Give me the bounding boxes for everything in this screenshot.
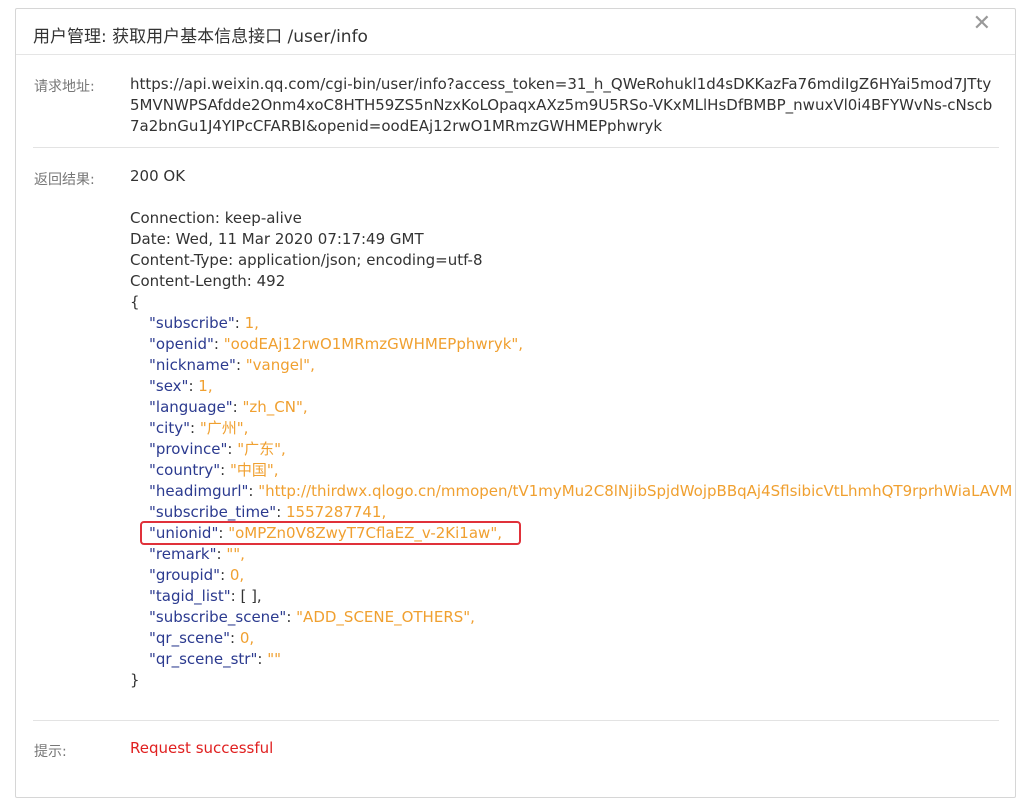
json-key: "remark" xyxy=(149,545,217,563)
dialog-header: 用户管理: 获取用户基本信息接口 /user/info ✕ xyxy=(16,9,1015,55)
json-key: "subscribe_time" xyxy=(149,503,277,521)
json-field: "country": "中国", xyxy=(130,460,1000,481)
json-colon: : xyxy=(189,419,200,437)
json-colon: : xyxy=(216,545,227,563)
json-colon: : xyxy=(230,629,240,647)
json-field: "subscribe_scene": "ADD_SCENE_OTHERS", xyxy=(130,607,1000,628)
json-field: "city": "广州", xyxy=(130,418,1000,439)
json-field: "unionid": "oMPZn0V8ZwyT7CflaEZ_v-2Ki1aw… xyxy=(130,523,1000,544)
json-key: "city" xyxy=(149,419,190,437)
json-colon: : xyxy=(227,440,238,458)
json-close-brace: } xyxy=(130,671,140,689)
response-header-line: Date: Wed, 11 Mar 2020 07:17:49 GMT xyxy=(130,230,424,248)
json-field: "headimgurl": "http://thirdwx.qlogo.cn/m… xyxy=(130,481,1012,502)
json-value: "中国", xyxy=(230,461,279,479)
json-body: "subscribe": 1, "openid": "oodEAj12rwO1MR… xyxy=(130,313,1012,670)
json-colon: : xyxy=(234,314,245,332)
json-key: "openid" xyxy=(149,335,214,353)
response-header-line: Connection: keep-alive xyxy=(130,209,302,227)
json-key: "qr_scene" xyxy=(149,629,231,647)
json-key: "headimgurl" xyxy=(149,482,249,500)
api-result-dialog: 用户管理: 获取用户基本信息接口 /user/info ✕ 请求地址: http… xyxy=(15,8,1016,798)
response-body: 200 OK Connection: keep-alive Date: Wed, … xyxy=(130,166,1012,691)
json-value: "ADD_SCENE_OTHERS", xyxy=(296,608,475,626)
json-value: 1, xyxy=(244,314,259,332)
json-value: "广东", xyxy=(237,440,286,458)
status-line: 200 OK xyxy=(130,167,186,185)
json-field: "remark": "", xyxy=(130,544,1000,565)
tip-label: 提示: xyxy=(34,744,67,760)
json-field: "groupid": 0, xyxy=(130,565,1000,586)
json-value: "zh_CN", xyxy=(242,398,308,416)
dialog-title: 用户管理: 获取用户基本信息接口 /user/info xyxy=(33,27,368,47)
json-value: "广州", xyxy=(199,419,249,437)
json-value: 0, xyxy=(229,566,245,584)
json-key: "subscribe_scene" xyxy=(149,608,287,626)
json-field: "qr_scene": 0, xyxy=(130,628,1000,649)
json-colon: : xyxy=(220,461,230,479)
json-key: "unionid" xyxy=(149,524,219,542)
json-field: "subscribe": 1, xyxy=(130,313,1000,334)
json-colon: : xyxy=(286,608,297,626)
json-key: "qr_scene_str" xyxy=(149,650,258,668)
json-key: "tagid_list" xyxy=(149,587,231,605)
close-icon[interactable]: ✕ xyxy=(973,13,991,35)
json-key: "sex" xyxy=(149,377,189,395)
json-value: "" xyxy=(267,650,282,668)
json-field: "subscribe_time": 1557287741, xyxy=(130,502,1000,523)
json-value: 1557287741, xyxy=(286,503,387,521)
json-value: 1, xyxy=(198,377,213,395)
json-colon: : xyxy=(213,335,224,353)
response-header-line: Content-Length: 492 xyxy=(130,272,286,290)
json-value: "oMPZn0V8ZwyT7CflaEZ_v-2Ki1aw", xyxy=(228,524,502,542)
json-colon: : xyxy=(230,587,241,605)
json-key: "subscribe" xyxy=(149,314,235,332)
json-key: "language" xyxy=(149,398,233,416)
json-field: "language": "zh_CN", xyxy=(130,397,1000,418)
tip-message: Request successful xyxy=(130,739,274,757)
json-field: "openid": "oodEAj12rwO1MRmzGWHMEPphwryk"… xyxy=(130,334,1000,355)
json-field: "tagid_list": [ ], xyxy=(130,586,1000,607)
json-colon: : xyxy=(276,503,287,521)
divider xyxy=(33,147,999,148)
json-field: "province": "广东", xyxy=(130,439,1000,460)
json-colon: : xyxy=(257,650,268,668)
json-colon: : xyxy=(235,356,246,374)
json-colon: : xyxy=(248,482,259,500)
response-header-line: Content-Type: application/json; encoding… xyxy=(130,251,483,269)
divider xyxy=(33,720,999,721)
json-key: "country" xyxy=(149,461,221,479)
response-headers: Connection: keep-alive Date: Wed, 11 Mar … xyxy=(130,208,1000,292)
json-value: "vangel", xyxy=(245,356,315,374)
json-value: "http://thirdwx.qlogo.cn/mmopen/tV1myMu2… xyxy=(258,482,1013,500)
json-field: "sex": 1, xyxy=(130,376,1000,397)
json-value: [ ], xyxy=(240,587,262,605)
json-colon: : xyxy=(220,566,230,584)
json-key: "nickname" xyxy=(149,356,236,374)
request-url: https://api.weixin.qq.com/cgi-bin/user/i… xyxy=(130,75,993,135)
json-key: "groupid" xyxy=(149,566,221,584)
json-colon: : xyxy=(218,524,229,542)
json-field: "nickname": "vangel", xyxy=(130,355,1000,376)
json-field: "qr_scene_str": "" xyxy=(130,649,1000,670)
json-value: 0, xyxy=(239,629,255,647)
json-colon: : xyxy=(188,377,199,395)
json-key: "province" xyxy=(149,440,228,458)
result-label: 返回结果: xyxy=(34,172,95,188)
json-value: "", xyxy=(226,545,245,563)
json-colon: : xyxy=(232,398,243,416)
json-open-brace: { xyxy=(130,293,140,311)
request-url-label: 请求地址: xyxy=(34,79,95,95)
json-value: "oodEAj12rwO1MRmzGWHMEPphwryk", xyxy=(223,335,524,353)
